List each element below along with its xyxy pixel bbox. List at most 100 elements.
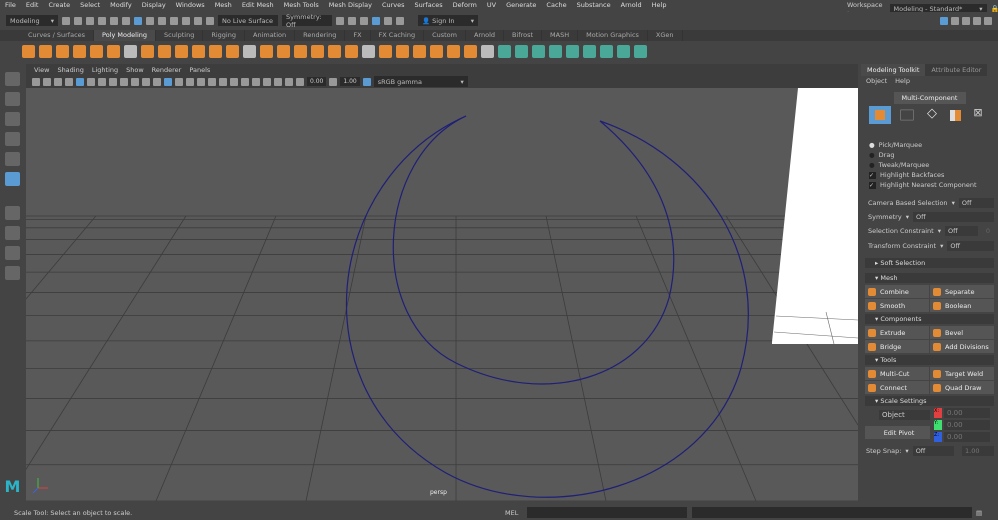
tab-attribute-editor[interactable]: Attribute Editor xyxy=(925,64,987,76)
color-space-dropdown[interactable]: sRGB gamma▾ xyxy=(374,76,468,87)
gamma-field[interactable]: 1.00 xyxy=(340,77,359,86)
shelf-tab-mash[interactable]: MASH xyxy=(542,30,578,41)
shelf-tab-animation[interactable]: Animation xyxy=(245,30,295,41)
exposure-field[interactable]: 0.00 xyxy=(307,77,326,86)
tweak-marquee-option[interactable]: Tweak/Marquee xyxy=(879,161,930,169)
new-scene-icon[interactable] xyxy=(62,17,70,25)
attribute-editor-icon[interactable] xyxy=(973,17,981,25)
shelf-uv-editor-icon[interactable] xyxy=(498,45,511,58)
lasso-tool-icon[interactable] xyxy=(5,92,20,106)
menu-edit[interactable]: Edit xyxy=(21,0,44,11)
viewport-menu-panels[interactable]: Panels xyxy=(185,66,214,76)
select-tool-icon[interactable] xyxy=(5,72,20,86)
default-material-icon[interactable] xyxy=(175,78,183,86)
components-section-header[interactable]: ▾ Components xyxy=(865,314,994,324)
connect-button[interactable]: Connect xyxy=(865,381,929,394)
snap-grid-icon[interactable] xyxy=(158,17,166,25)
scene-3d[interactable] xyxy=(26,88,858,501)
tools-section-header[interactable]: ▾ Tools xyxy=(865,355,994,365)
shelf-auto-uv-icon[interactable] xyxy=(515,45,528,58)
wireframe-icon[interactable] xyxy=(153,78,161,86)
gamma-icon[interactable] xyxy=(329,78,337,86)
mesh-section-header[interactable]: ▾ Mesh xyxy=(865,273,994,283)
motion-blur-icon[interactable] xyxy=(230,78,238,86)
save-scene-icon[interactable] xyxy=(86,17,94,25)
pause-icon[interactable] xyxy=(396,17,404,25)
color-management-icon[interactable] xyxy=(363,78,371,86)
menu-create[interactable]: Create xyxy=(43,0,75,11)
shelf-multi-cut-icon[interactable] xyxy=(430,45,443,58)
scale-space-dropdown[interactable]: Object xyxy=(879,410,930,420)
viewport-menu-renderer[interactable]: Renderer xyxy=(148,66,186,76)
shelf-torus-icon[interactable] xyxy=(90,45,103,58)
shelf-sphere-icon[interactable] xyxy=(22,45,35,58)
menu-windows[interactable]: Windows xyxy=(171,0,210,11)
multi-cut-button[interactable]: Multi-Cut xyxy=(865,367,929,380)
shelf-planar-uv-icon[interactable] xyxy=(532,45,545,58)
shelf-tab-xgen[interactable]: XGen xyxy=(648,30,683,41)
shelf-sew-icon[interactable] xyxy=(617,45,630,58)
object-mode-icon[interactable] xyxy=(869,106,891,124)
shelf-boolean-diff-icon[interactable] xyxy=(294,45,307,58)
undo-icon[interactable] xyxy=(98,17,106,25)
shelf-append-icon[interactable] xyxy=(362,45,375,58)
shelf-tab-poly-modeling[interactable]: Poly Modeling xyxy=(94,30,156,41)
face-mode-icon[interactable] xyxy=(946,106,964,124)
xray-icon[interactable] xyxy=(263,78,271,86)
menu-modify[interactable]: Modify xyxy=(105,0,137,11)
hypershade-icon[interactable] xyxy=(384,17,392,25)
viewport-menu-lighting[interactable]: Lighting xyxy=(88,66,122,76)
edge-mode-icon[interactable]: ◇ xyxy=(923,106,941,124)
viewport-menu-show[interactable]: Show xyxy=(122,66,148,76)
menu-curves[interactable]: Curves xyxy=(377,0,410,11)
shelf-boolean-union-icon[interactable] xyxy=(277,45,290,58)
shelf-layout-icon[interactable] xyxy=(600,45,613,58)
live-surface-field[interactable]: No Live Surface xyxy=(218,15,278,26)
select-hierarchy-icon[interactable] xyxy=(122,17,130,25)
xray-components-icon[interactable] xyxy=(285,78,293,86)
shelf-target-weld-icon[interactable] xyxy=(464,45,477,58)
menu-generate[interactable]: Generate xyxy=(501,0,541,11)
scale-z-field[interactable]: 0.00 xyxy=(944,432,990,442)
menu-display[interactable]: Display xyxy=(137,0,171,11)
checkbox-checked-icon[interactable]: ✓ xyxy=(869,172,876,179)
camera-icon[interactable] xyxy=(32,78,40,86)
scale-settings-section-header[interactable]: ▾ Scale Settings xyxy=(865,396,994,406)
select-object-icon[interactable] xyxy=(134,17,142,25)
shelf-tab-custom[interactable]: Custom xyxy=(424,30,466,41)
menu-mesh[interactable]: Mesh xyxy=(210,0,237,11)
scale-y-field[interactable]: 0.00 xyxy=(944,420,990,430)
shelf-cylinder-icon[interactable] xyxy=(56,45,69,58)
render-icon[interactable] xyxy=(336,17,344,25)
render-settings-icon[interactable] xyxy=(372,17,380,25)
shelf-combine-icon[interactable] xyxy=(209,45,222,58)
ipr-render-icon[interactable] xyxy=(360,17,368,25)
target-weld-button[interactable]: Target Weld xyxy=(930,367,994,380)
shelf-bridge-icon[interactable] xyxy=(345,45,358,58)
selection-constraint-dropdown[interactable]: Off xyxy=(945,226,978,236)
isolate-select-icon[interactable] xyxy=(252,78,260,86)
xray-joints-icon[interactable] xyxy=(274,78,282,86)
menu-surfaces[interactable]: Surfaces xyxy=(410,0,448,11)
menu-help[interactable]: Help xyxy=(647,0,672,11)
menu-file[interactable]: File xyxy=(0,0,21,11)
command-input[interactable] xyxy=(527,507,687,518)
shelf-fill-hole-icon[interactable] xyxy=(413,45,426,58)
viewport-menu-shading[interactable]: Shading xyxy=(53,66,87,76)
shelf-connect-icon[interactable] xyxy=(447,45,460,58)
shelf-tab-rendering[interactable]: Rendering xyxy=(295,30,345,41)
shelf-cone-icon[interactable] xyxy=(73,45,86,58)
tab-modeling-toolkit[interactable]: Modeling Toolkit xyxy=(861,64,925,76)
exposure-icon[interactable] xyxy=(296,78,304,86)
edit-pivot-button[interactable]: Edit Pivot xyxy=(865,426,930,439)
four-view-layout-icon[interactable] xyxy=(5,246,20,260)
transform-constraint-dropdown[interactable]: Off xyxy=(947,241,994,251)
checkbox-checked-icon[interactable]: ✓ xyxy=(869,182,876,189)
shelf-cube-icon[interactable] xyxy=(39,45,52,58)
menu-arnold[interactable]: Arnold xyxy=(616,0,647,11)
radio-on-icon[interactable]: ● xyxy=(869,141,875,149)
pick-marquee-option[interactable]: Pick/Marquee xyxy=(879,141,923,149)
shelf-extrude-icon[interactable] xyxy=(379,45,392,58)
shelf-disc-icon[interactable] xyxy=(124,45,137,58)
shelf-tab-motion-graphics[interactable]: Motion Graphics xyxy=(578,30,648,41)
